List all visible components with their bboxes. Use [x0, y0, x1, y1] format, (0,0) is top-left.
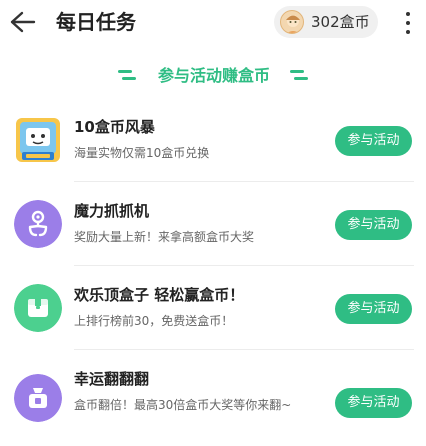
task-subtitle: 盒币翻倍！最高30倍盒币大奖等你来翻~	[74, 398, 292, 412]
task-row: 欢乐顶盒子 轻松赢盒币！ 上排行榜前30，免费送盒币！ 参与活动	[0, 266, 426, 350]
box-icon	[14, 284, 62, 332]
claw-machine-icon	[14, 200, 62, 248]
task-title: 幸运翻翻翻	[74, 370, 150, 388]
join-activity-button[interactable]: 参与活动	[335, 388, 412, 418]
page-title: 每日任务	[56, 10, 136, 34]
join-activity-button[interactable]: 参与活动	[335, 126, 412, 156]
task-row: 魔力抓抓机 奖励大量上新！来拿高额盒币大奖 参与活动	[0, 182, 426, 266]
task-subtitle: 奖励大量上新！来拿高额盒币大奖	[74, 230, 255, 244]
task-subtitle: 海量实物仅需10盒币兑换	[74, 146, 210, 160]
task-row: 10盒币风暴 海量实物仅需10盒币兑换 参与活动	[0, 98, 426, 182]
coin-balance-text: 302盒币	[311, 13, 370, 31]
more-vertical-icon[interactable]	[402, 10, 414, 36]
join-activity-button[interactable]: 参与活动	[335, 294, 412, 324]
avatar	[280, 10, 304, 34]
section-decoration-right	[288, 68, 310, 84]
top-bar: 每日任务 302盒币	[0, 0, 426, 44]
section-header: 参与活动赚盒币	[0, 62, 426, 90]
task-title: 10盒币风暴	[74, 118, 155, 136]
back-arrow-icon[interactable]	[8, 9, 36, 35]
task-row: 幸运翻翻翻 盒币翻倍！最高30倍盒币大奖等你来翻~ 参与活动	[0, 350, 426, 434]
coin-balance[interactable]: 302盒币	[274, 6, 378, 38]
section-title: 参与活动赚盒币	[157, 66, 270, 85]
avatar-face-icon	[286, 15, 300, 33]
storm-box-icon	[16, 118, 60, 162]
task-subtitle: 上排行榜前30，免费送盒币！	[74, 314, 234, 328]
task-title: 欢乐顶盒子 轻松赢盒币！	[74, 286, 245, 304]
section-decoration-left	[116, 68, 138, 84]
join-activity-button[interactable]: 参与活动	[335, 210, 412, 240]
lucky-bag-icon	[14, 374, 62, 422]
task-title: 魔力抓抓机	[74, 202, 150, 220]
